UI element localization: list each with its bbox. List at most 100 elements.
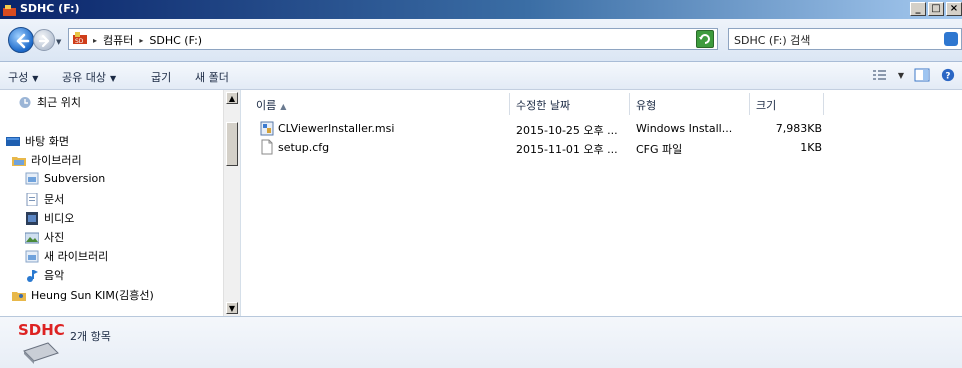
nav-item-libraries[interactable]: 라이브러리	[12, 152, 82, 168]
drive-icon: SD	[73, 32, 87, 45]
back-arrow-icon	[16, 33, 30, 49]
library-icon	[12, 156, 26, 166]
file-row[interactable]: CLViewerInstaller.msi 2015-10-25 오후 ... …	[256, 120, 822, 138]
chevron-down-icon: ▼	[32, 74, 39, 83]
file-name: setup.cfg	[278, 141, 330, 154]
minimize-button[interactable]: _	[910, 2, 926, 16]
svg-text:?: ?	[945, 72, 950, 82]
nav-item-label: 새 라이브러리	[44, 250, 109, 263]
breadcrumb: ▸ 컴퓨터 ▸ SDHC (F:)	[93, 32, 202, 48]
share-with-button[interactable]: 공유 대상 ▼	[62, 69, 116, 85]
breadcrumb-separator-icon[interactable]: ▸	[93, 36, 97, 45]
close-button[interactable]: ×	[946, 2, 962, 16]
nav-item-label: 최근 위치	[37, 96, 81, 109]
nav-scrollbar[interactable]: ▲ ▼	[223, 90, 240, 316]
search-input[interactable]: SDHC (F:) 검색	[728, 28, 962, 50]
burn-button[interactable]: 굽기	[151, 69, 171, 85]
breadcrumb-computer[interactable]: 컴퓨터	[103, 32, 133, 48]
nav-item-new-library[interactable]: 새 라이브러리	[25, 248, 108, 264]
details-pane: SDHC 2개 항목	[0, 316, 962, 368]
nav-item-label: 바탕 화면	[25, 135, 69, 148]
column-header-modified[interactable]: 수정한 날짜	[510, 93, 630, 115]
library-folder-icon	[25, 172, 39, 185]
nav-item-label: Subversion	[44, 172, 106, 185]
help-icon[interactable]: ?	[940, 68, 956, 82]
scroll-up-icon[interactable]: ▲	[226, 92, 238, 104]
chevron-down-icon: ▼	[109, 74, 117, 83]
file-modified: 2015-11-01 오후 ...	[516, 143, 618, 156]
file-name: CLViewerInstaller.msi	[278, 122, 395, 135]
window-title: SDHC (F:)	[20, 2, 80, 15]
organize-button[interactable]: 구성 ▼	[8, 69, 38, 85]
column-headers: 이름 ▲ 수정한 날짜 유형 크기	[250, 93, 824, 115]
nav-item-label: 라이브러리	[31, 154, 82, 167]
view-options-icon[interactable]	[872, 68, 888, 82]
sdhc-logo-icon: SDHC	[18, 321, 64, 364]
search-icon[interactable]	[944, 32, 958, 46]
nav-item-label: Heung Sun KIM(김흥선)	[31, 289, 154, 302]
nav-item-pictures[interactable]: 사진	[25, 229, 64, 245]
item-count: 2개 항목	[70, 330, 111, 343]
navigation-pane: 최근 위치 바탕 화면 라이브러리 Subversion 문서 비디오 사진 새…	[0, 90, 241, 316]
nav-item-label: 음악	[44, 269, 65, 282]
breadcrumb-separator-icon[interactable]: ▸	[139, 36, 143, 45]
file-size: 1KB	[800, 141, 822, 154]
drive-app-icon	[3, 5, 16, 16]
nav-item-music[interactable]: 음악	[25, 267, 64, 283]
video-icon	[26, 211, 38, 225]
svg-text:SD: SD	[75, 38, 84, 45]
address-box[interactable]: SD ▸ 컴퓨터 ▸ SDHC (F:) ▼	[68, 28, 759, 50]
column-header-name[interactable]: 이름 ▲	[250, 93, 510, 115]
file-modified: 2015-10-25 오후 ...	[516, 124, 618, 137]
scroll-thumb[interactable]	[226, 122, 238, 166]
column-header-size[interactable]: 크기	[750, 93, 824, 115]
nav-item-label: 비디오	[44, 212, 75, 225]
nav-item-label: 사진	[44, 231, 65, 244]
pictures-icon	[25, 232, 39, 243]
nav-item-user-folder[interactable]: Heung Sun KIM(김흥선)	[12, 287, 154, 303]
nav-item-label: 문서	[44, 193, 65, 206]
share-label: 공유 대상	[62, 71, 106, 84]
sdhc-logo-text: SDHC	[18, 321, 64, 339]
library-folder-icon	[25, 250, 39, 262]
file-list-pane: 이름 ▲ 수정한 날짜 유형 크기 CLViewerInstaller.msi 2…	[242, 90, 962, 316]
cfg-file-icon	[261, 139, 273, 155]
search-placeholder: SDHC (F:) 검색	[734, 34, 811, 47]
command-bar: 구성 ▼ 공유 대상 ▼ 굽기 새 폴더 ▼ ?	[0, 62, 962, 90]
file-row[interactable]: setup.cfg 2015-11-01 오후 ... CFG 파일 1KB	[256, 139, 822, 157]
column-header-type[interactable]: 유형	[630, 93, 750, 115]
nav-item-subversion[interactable]: Subversion	[25, 172, 105, 185]
sort-ascending-icon: ▲	[280, 102, 287, 111]
file-type: Windows Install...	[636, 122, 733, 135]
breadcrumb-drive[interactable]: SDHC (F:)	[149, 34, 202, 47]
refresh-icon	[699, 34, 710, 44]
nav-item-desktop[interactable]: 바탕 화면	[6, 133, 69, 149]
refresh-button[interactable]	[696, 30, 714, 48]
recent-places-icon	[19, 96, 31, 108]
organize-label: 구성	[8, 71, 29, 84]
msi-installer-icon	[260, 121, 274, 136]
maximize-button[interactable]: □	[928, 2, 944, 16]
user-folder-icon	[12, 291, 26, 301]
nav-item-documents[interactable]: 문서	[25, 191, 64, 207]
view-controls: ▼ ?	[872, 68, 956, 82]
title-bar: SDHC (F:) _ □ ×	[0, 0, 962, 19]
column-name-label: 이름	[256, 99, 277, 112]
file-size: 7,983KB	[775, 122, 822, 135]
nav-item-videos[interactable]: 비디오	[25, 210, 74, 226]
nav-item-recent-places[interactable]: 최근 위치	[18, 94, 81, 110]
scroll-down-icon[interactable]: ▼	[226, 302, 238, 314]
address-bar-area: ▼ SD ▸ 컴퓨터 ▸ SDHC (F:) ▼ SDHC (F:) 검색	[0, 19, 962, 62]
music-icon	[27, 269, 38, 282]
documents-icon	[26, 192, 38, 206]
forward-arrow-icon	[38, 34, 50, 48]
chevron-down-icon[interactable]: ▼	[898, 71, 904, 80]
back-button[interactable]	[8, 27, 34, 53]
window-controls: _ □ ×	[910, 2, 962, 16]
preview-pane-icon[interactable]	[914, 68, 930, 82]
new-folder-button[interactable]: 새 폴더	[195, 69, 229, 85]
desktop-icon	[6, 136, 20, 146]
file-type: CFG 파일	[636, 143, 683, 156]
forward-button[interactable]	[33, 29, 55, 51]
history-dropdown-icon[interactable]: ▼	[56, 38, 61, 46]
